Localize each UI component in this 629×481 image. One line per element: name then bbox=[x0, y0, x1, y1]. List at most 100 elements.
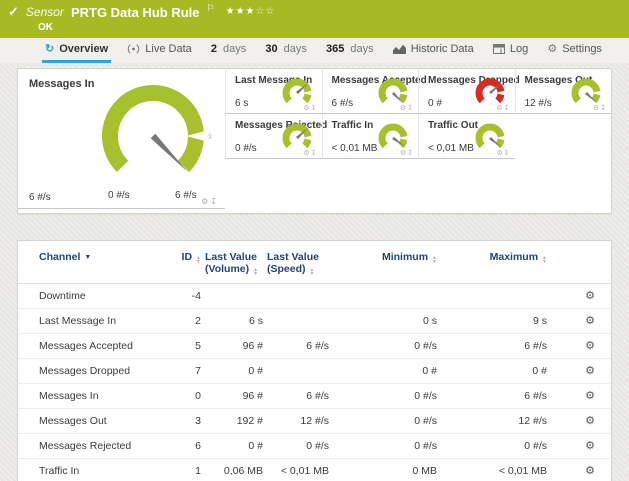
cell-max: 6 #/s bbox=[439, 384, 549, 409]
cell-channel[interactable]: Downtime bbox=[18, 284, 153, 309]
gauge-pin-icon[interactable]: ↧ bbox=[311, 105, 318, 112]
channel-settings-gear-icon[interactable]: ⚙ bbox=[585, 440, 595, 452]
table-row: Last Message In26 s0 s9 s⚙ bbox=[18, 309, 611, 334]
cell-channel[interactable]: Messages Rejected bbox=[18, 434, 153, 459]
cell-max: < 0,01 MB bbox=[439, 459, 549, 481]
cell-channel[interactable]: Last Message In bbox=[18, 309, 153, 334]
tab-bar: ↻ Overview Live Data 2 days 30 days 365 … bbox=[0, 38, 629, 63]
tab-log[interactable]: Log bbox=[490, 38, 531, 63]
gauge-settings-icon[interactable]: ⚙ bbox=[303, 150, 310, 157]
status-ok-check-icon: ✓ bbox=[8, 4, 19, 20]
gauge-pin-icon[interactable]: ↧ bbox=[210, 197, 219, 206]
gauge-pin-icon[interactable]: ↧ bbox=[504, 105, 511, 112]
gauge-settings-icon[interactable]: ⚙ bbox=[496, 150, 503, 157]
cell-settings: ⚙ bbox=[549, 384, 611, 409]
tab-365-days[interactable]: 365 days bbox=[323, 38, 377, 63]
gauge-pin-icon[interactable]: ↧ bbox=[311, 150, 318, 157]
channel-settings-gear-icon[interactable]: ⚙ bbox=[585, 390, 595, 402]
tab-2-days[interactable]: 2 days bbox=[208, 38, 249, 63]
sort-icon[interactable]: ▲▼ bbox=[310, 268, 315, 276]
sort-icon[interactable]: ▲▼ bbox=[542, 256, 547, 264]
mini-gauge-value: < 0,01 MB bbox=[332, 143, 378, 154]
channel-settings-gear-icon[interactable]: ⚙ bbox=[585, 415, 595, 427]
svg-text:x̄: x̄ bbox=[208, 132, 212, 141]
cell-min: 0 s bbox=[331, 309, 439, 334]
gauge-settings-icon[interactable]: ⚙ bbox=[496, 105, 503, 112]
cell-speed: 6 #/s bbox=[265, 384, 331, 409]
table-row: Messages In096 #6 #/s0 #/s6 #/s⚙ bbox=[18, 384, 611, 409]
column-header-maximum[interactable]: Maximum bbox=[490, 251, 538, 263]
gauge-scale-max: 6 #/s bbox=[175, 190, 197, 201]
mini-gauge-value: 12 #/s bbox=[525, 98, 552, 109]
table-row: Traffic In10,06 MB< 0,01 MB0 MB< 0,01 MB… bbox=[18, 459, 611, 481]
main-gauge-panel: Messages In x̄ 0 #/s 6 #/s 6 #/s ⚙↧ bbox=[18, 69, 225, 209]
sensor-name[interactable]: PRTG Data Hub Rule bbox=[71, 5, 200, 20]
cell-max: 12 #/s bbox=[439, 409, 549, 434]
sort-icon[interactable]: ▲▼ bbox=[432, 256, 437, 264]
tab-overview[interactable]: ↻ Overview bbox=[42, 38, 111, 63]
gauge-pin-icon[interactable]: ↧ bbox=[600, 105, 607, 112]
cell-speed: 0 #/s bbox=[265, 434, 331, 459]
channel-settings-gear-icon[interactable]: ⚙ bbox=[585, 340, 595, 352]
column-header-id[interactable]: ID bbox=[182, 251, 193, 263]
cell-volume: 192 # bbox=[203, 409, 265, 434]
cell-speed bbox=[265, 359, 331, 384]
sort-icon[interactable]: ▲▼ bbox=[253, 268, 258, 276]
table-row: Messages Accepted596 #6 #/s0 #/s6 #/s⚙ bbox=[18, 334, 611, 359]
mini-gauge-value: 0 #/s bbox=[235, 143, 257, 154]
tab-label: days bbox=[350, 43, 373, 55]
mini-gauge-panel-messages-out: Messages Out12 #/s⚙↧ bbox=[515, 69, 612, 114]
tab-label-number: 365 bbox=[326, 43, 344, 55]
cell-channel[interactable]: Traffic In bbox=[18, 459, 153, 481]
cell-speed bbox=[265, 309, 331, 334]
cell-max: 9 s bbox=[439, 309, 549, 334]
tab-label: Live Data bbox=[145, 43, 191, 55]
gauge-pin-icon[interactable]: ↧ bbox=[504, 150, 511, 157]
mini-gauge-panel-messages-accepted: Messages Accepted6 #/s⚙↧ bbox=[322, 69, 419, 114]
cell-channel[interactable]: Messages Dropped bbox=[18, 359, 153, 384]
tab-label: days bbox=[284, 43, 307, 55]
channel-settings-gear-icon[interactable]: ⚙ bbox=[585, 365, 595, 377]
cell-id: 1 bbox=[153, 459, 203, 481]
cell-settings: ⚙ bbox=[549, 334, 611, 359]
column-header-minimum[interactable]: Minimum bbox=[382, 251, 428, 263]
cell-channel[interactable]: Messages In bbox=[18, 384, 153, 409]
column-header-channel[interactable]: Channel bbox=[39, 251, 80, 263]
cell-volume: 0,06 MB bbox=[203, 459, 265, 481]
flag-icon[interactable]: ⚐ bbox=[207, 3, 215, 14]
tab-live-data[interactable]: Live Data bbox=[124, 38, 194, 63]
cell-speed: 12 #/s bbox=[265, 409, 331, 434]
gauge-settings-icon[interactable]: ⚙ bbox=[201, 197, 210, 206]
sort-desc-icon[interactable]: ▼ bbox=[84, 254, 91, 261]
sort-icon[interactable]: ▲▼ bbox=[196, 256, 201, 264]
tab-label: days bbox=[223, 43, 246, 55]
cell-channel[interactable]: Messages Accepted bbox=[18, 334, 153, 359]
star-rating[interactable]: ★★★☆☆ bbox=[226, 6, 276, 17]
cell-settings: ⚙ bbox=[549, 309, 611, 334]
table-header-row: Channel▼ ID▲▼ Last Value (Volume)▲▼ Last… bbox=[18, 241, 611, 284]
channel-settings-gear-icon[interactable]: ⚙ bbox=[585, 315, 595, 327]
gauge-pin-icon[interactable]: ↧ bbox=[407, 105, 414, 112]
cell-id: 3 bbox=[153, 409, 203, 434]
tab-30-days[interactable]: 30 days bbox=[262, 38, 310, 63]
gauge-settings-icon[interactable]: ⚙ bbox=[303, 105, 310, 112]
sensor-kind-label: Sensor bbox=[26, 5, 64, 19]
cell-speed bbox=[265, 284, 331, 309]
channel-settings-gear-icon[interactable]: ⚙ bbox=[585, 290, 595, 302]
column-header-last-value-volume[interactable]: Last Value (Volume) bbox=[205, 251, 257, 275]
cell-id: -4 bbox=[153, 284, 203, 309]
cell-channel[interactable]: Messages Out bbox=[18, 409, 153, 434]
mini-gauge-panel-last-message-in: Last Message In6 s⚙↧ bbox=[225, 69, 322, 114]
channel-settings-gear-icon[interactable]: ⚙ bbox=[585, 465, 595, 477]
mini-gauges-grid: Last Message In6 s⚙↧Messages Accepted6 #… bbox=[225, 69, 611, 213]
gauge-pin-icon[interactable]: ↧ bbox=[407, 150, 414, 157]
cell-volume: 0 # bbox=[203, 359, 265, 384]
messages-in-gauge: x̄ bbox=[73, 75, 233, 197]
sensor-title-bar: ✓ Sensor PRTG Data Hub Rule ⚐ ★★★☆☆ OK bbox=[0, 0, 629, 38]
live-data-icon bbox=[127, 44, 140, 54]
cell-volume bbox=[203, 284, 265, 309]
cell-volume: 96 # bbox=[203, 334, 265, 359]
tab-historic-data[interactable]: Historic Data bbox=[390, 38, 477, 63]
page-content: Messages In x̄ 0 #/s 6 #/s 6 #/s ⚙↧ Last… bbox=[0, 63, 629, 481]
tab-settings[interactable]: ⚙ Settings bbox=[544, 38, 605, 63]
